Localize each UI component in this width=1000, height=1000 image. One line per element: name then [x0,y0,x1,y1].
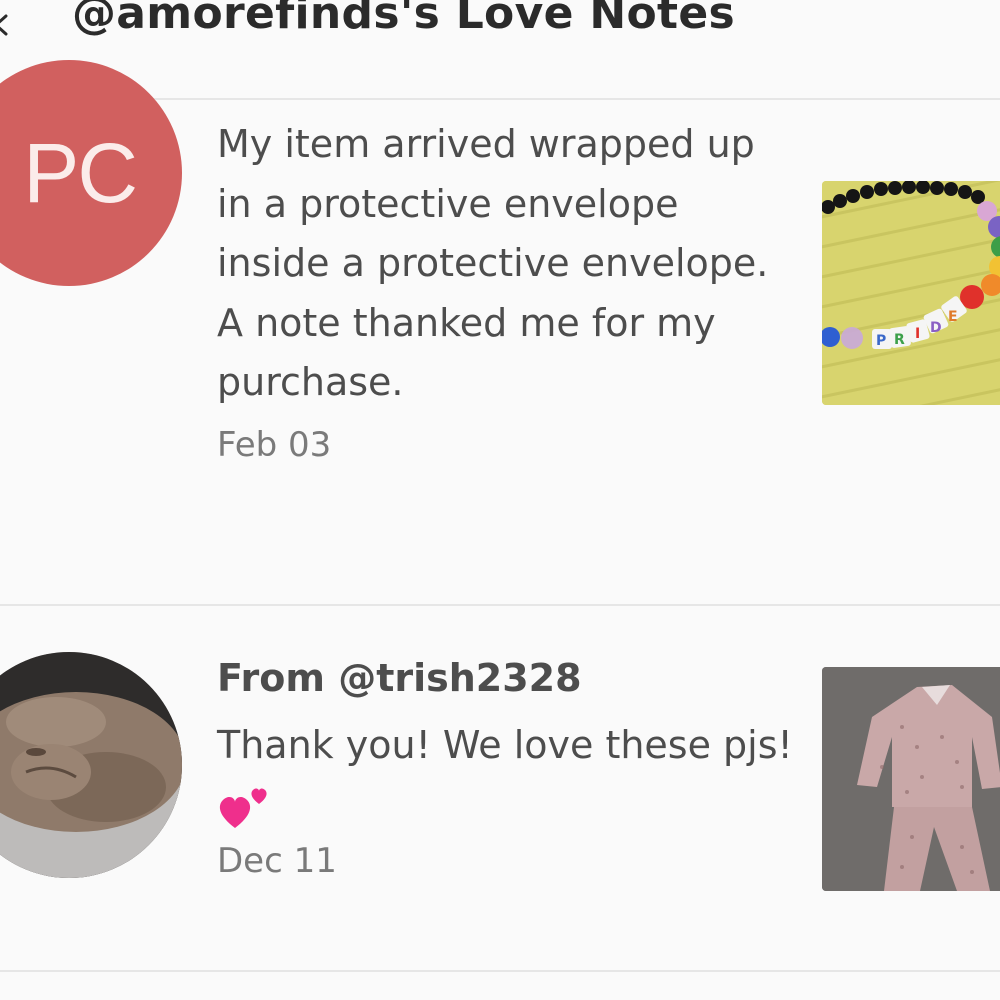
avatar[interactable] [0,652,182,878]
svg-text:I: I [915,326,920,342]
svg-text:R: R [894,332,905,348]
note-date: Feb 03 [217,424,332,465]
love-note-item: PC My item arrived wrapped up in a prote… [0,60,1000,606]
back-icon[interactable] [0,14,10,36]
note-content: My item arrived wrapped up in a protecti… [217,115,797,465]
note-date: Dec 11 [217,841,337,881]
dog-photo [0,652,182,878]
svg-text:D: D [930,320,942,336]
page-title: @amorefinds's Love Notes [72,0,735,39]
note-text: My item arrived wrapped up in a protecti… [217,122,769,404]
svg-text:E: E [948,309,958,325]
two-hearts-icon [219,788,267,828]
pajamas-photo [822,667,1000,891]
bracelet-photo: P R I D E [822,181,1000,405]
note-author[interactable]: From @trish2328 [217,654,797,702]
love-note-item: From @trish2328 Thank you! We love these… [0,606,1000,972]
listing-thumbnail[interactable] [822,667,1000,891]
note-text: Thank you! We love these pjs! [217,716,797,835]
listing-thumbnail[interactable]: P R I D E [822,181,1000,405]
note-text-body: Thank you! We love these pjs! [217,723,793,767]
svg-text:P: P [876,333,886,349]
note-content: From @trish2328 Thank you! We love these… [217,654,797,881]
app-header: @amorefinds's Love Notes [0,0,1000,100]
